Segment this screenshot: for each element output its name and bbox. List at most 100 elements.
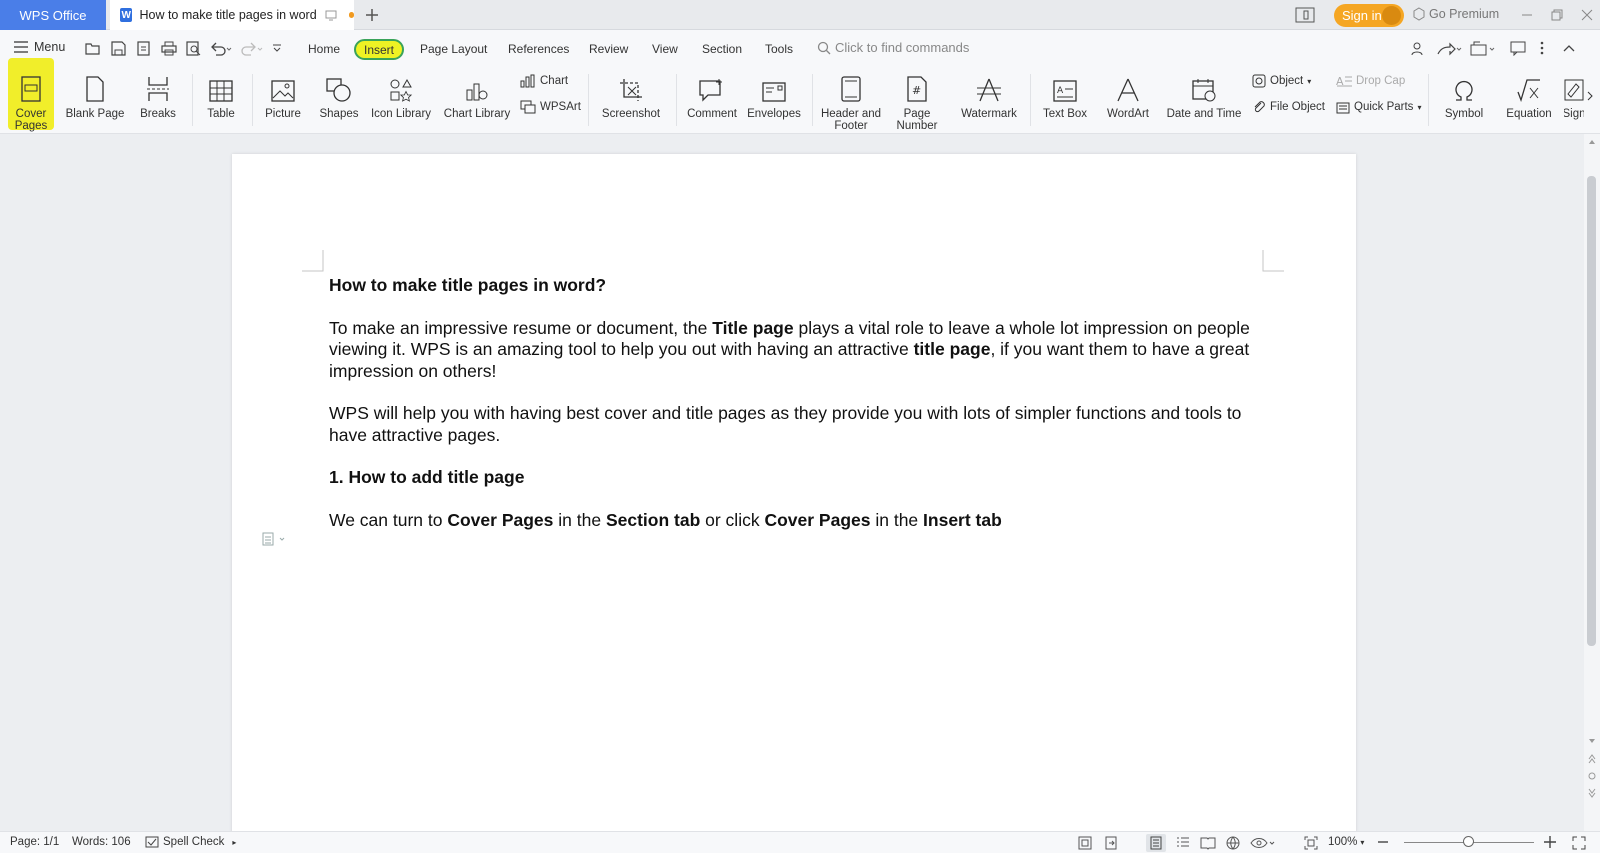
chart-button[interactable]: Chart (520, 74, 568, 88)
document-body[interactable]: How to make title pages in word? To make… (329, 275, 1264, 552)
document-page[interactable]: How to make title pages in word? To make… (232, 154, 1356, 831)
object-button[interactable]: Object ▾ (1252, 74, 1311, 88)
signature-label: Sign (1564, 108, 1584, 120)
scrollbar-thumb[interactable] (1587, 176, 1596, 646)
comment-button[interactable]: Comment (682, 68, 742, 120)
date-time-button[interactable]: Date and Time (1162, 68, 1246, 120)
go-premium-button[interactable]: Go Premium (1412, 7, 1499, 21)
new-tab-button[interactable] (360, 3, 384, 27)
cover-pages-label-line2: Pages (14, 120, 48, 132)
share-user-icon[interactable] (1410, 41, 1426, 57)
blank-page-button[interactable]: Blank Page (62, 68, 128, 120)
zoom-level-dropdown[interactable]: 100% ▾ (1328, 836, 1364, 848)
icon-library-label: Icon Library (370, 108, 432, 120)
zoom-in-icon[interactable] (1544, 836, 1556, 848)
wpsart-button[interactable]: WPSArt (520, 100, 581, 114)
export-pdf-icon[interactable] (136, 41, 151, 56)
select-browse-object-icon[interactable] (1588, 772, 1596, 780)
fit-page-icon[interactable] (1304, 836, 1318, 850)
watermark-label: Watermark (961, 108, 1017, 120)
minimize-button[interactable] (1518, 6, 1536, 24)
save-icon[interactable] (111, 41, 126, 56)
tab-references[interactable]: References (508, 42, 569, 56)
zoom-out-icon[interactable] (1378, 841, 1388, 843)
drop-cap-button[interactable]: A Drop Cap (1336, 74, 1405, 88)
paragraph-options-icon[interactable] (262, 532, 288, 546)
sign-in-button[interactable]: Sign in (1334, 4, 1404, 27)
print-icon[interactable] (161, 41, 177, 56)
page-view-icon[interactable] (1146, 834, 1166, 852)
shapes-button[interactable]: Shapes (314, 68, 364, 120)
scroll-up-icon[interactable] (1588, 138, 1596, 146)
open-icon[interactable] (85, 41, 101, 56)
more-options-icon[interactable] (1540, 41, 1544, 55)
print-preview-icon[interactable] (186, 41, 201, 56)
find-commands-search[interactable]: Click to find commands (817, 40, 969, 55)
page-count[interactable]: Page: 1/1 (10, 836, 59, 848)
tab-tools[interactable]: Tools (765, 42, 793, 56)
watermark-button[interactable]: Watermark (950, 68, 1028, 120)
tab-view[interactable]: View (652, 42, 678, 56)
table-button[interactable]: Table (198, 68, 244, 120)
page-number-button[interactable]: # Page Number (888, 68, 946, 132)
signature-button[interactable]: Sign (1564, 68, 1584, 120)
restore-button[interactable] (1548, 6, 1566, 24)
tab-page-layout[interactable]: Page Layout (420, 42, 487, 56)
text-box-button[interactable]: A Text Box (1036, 68, 1094, 120)
zoom-level-value: 100% (1328, 836, 1358, 848)
zoom-slider-handle[interactable] (1463, 836, 1474, 847)
focus-mode-icon[interactable] (1078, 836, 1092, 850)
spell-check-button[interactable]: Spell Check ▸ (145, 836, 236, 848)
monitor-icon[interactable] (325, 10, 337, 21)
next-page-icon[interactable] (1588, 788, 1596, 798)
redo-icon[interactable] (241, 41, 263, 56)
comment-panel-icon[interactable] (1510, 41, 1526, 56)
tab-insert[interactable]: Insert (354, 39, 404, 60)
screenshot-button[interactable]: Screenshot (594, 68, 668, 120)
picture-button[interactable]: Picture (258, 68, 308, 120)
tab-home[interactable]: Home (308, 42, 340, 56)
ribbon-scroll-right-icon[interactable] (1586, 90, 1594, 102)
object-label: Object (1270, 75, 1304, 87)
undo-icon[interactable] (210, 41, 232, 56)
document-canvas[interactable]: How to make title pages in word? To make… (0, 134, 1584, 831)
document-check-icon[interactable] (1104, 836, 1118, 850)
main-menu-button[interactable]: Menu (14, 40, 65, 54)
web-layout-icon[interactable] (1226, 836, 1240, 850)
close-window-button[interactable] (1578, 6, 1596, 24)
wordart-button[interactable]: WordArt (1098, 68, 1158, 120)
file-object-button[interactable]: File Object (1252, 100, 1325, 114)
word-count[interactable]: Words: 106 (72, 836, 131, 848)
collapse-ribbon-icon[interactable] (1562, 41, 1576, 55)
file-object-label: File Object (1270, 101, 1325, 113)
breaks-button[interactable]: Breaks (134, 68, 182, 120)
wps-office-tab[interactable]: WPS Office (0, 0, 106, 30)
icon-library-button[interactable]: Icon Library (368, 68, 434, 120)
page-number-icon: # (907, 72, 927, 102)
tab-review[interactable]: Review (589, 42, 628, 56)
reading-mode-icon[interactable] (1200, 836, 1216, 850)
envelopes-button[interactable]: Envelopes (744, 68, 804, 120)
prev-page-icon[interactable] (1588, 754, 1596, 764)
eye-protection-icon[interactable] (1250, 836, 1276, 850)
vertical-scrollbar[interactable] (1584, 134, 1600, 831)
date-time-label: Date and Time (1166, 108, 1242, 120)
document-tab[interactable]: W How to make title pages in word (110, 0, 354, 30)
window-layout-icon[interactable] (1295, 7, 1315, 23)
outline-view-icon[interactable] (1176, 836, 1190, 850)
scroll-down-icon[interactable] (1588, 737, 1596, 745)
tab-section[interactable]: Section (702, 42, 742, 56)
quick-parts-button[interactable]: Quick Parts ▾ (1336, 100, 1421, 114)
chart-library-button[interactable]: Chart Library (440, 68, 514, 120)
doc-heading: How to make title pages in word? (329, 275, 607, 295)
workspace-icon[interactable] (1470, 41, 1496, 57)
hamburger-icon (14, 41, 28, 53)
symbol-button[interactable]: Symbol (1434, 68, 1494, 120)
fullscreen-icon[interactable] (1572, 836, 1586, 850)
header-footer-button[interactable]: Header and Footer (818, 68, 884, 132)
cover-pages-button[interactable]: Cover Pages (8, 68, 54, 132)
share-icon[interactable] (1436, 41, 1462, 57)
envelopes-icon (762, 72, 786, 102)
customize-toolbar-icon[interactable] (272, 41, 282, 56)
equation-button[interactable]: Equation (1496, 68, 1562, 120)
